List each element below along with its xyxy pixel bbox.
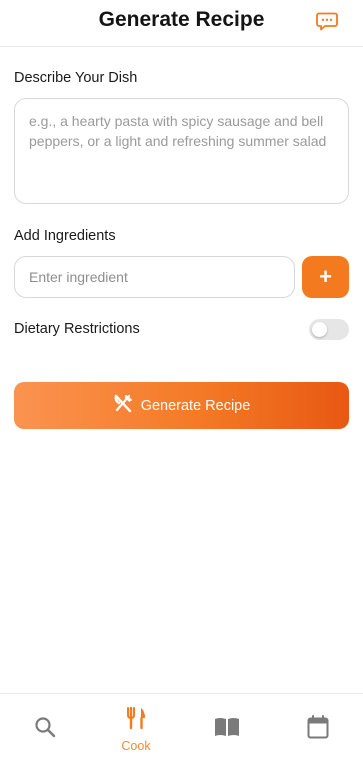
tab-cook[interactable]: Cook: [91, 694, 181, 764]
add-ingredient-button[interactable]: +: [302, 256, 349, 298]
fork-knife-icon: [124, 706, 148, 735]
tab-recipes[interactable]: [182, 694, 272, 764]
ingredient-input[interactable]: [14, 256, 295, 298]
plus-icon: +: [319, 264, 332, 289]
page-title: Generate Recipe: [98, 8, 265, 31]
calendar-icon: [307, 715, 329, 744]
generate-recipe-button[interactable]: Generate Recipe: [14, 382, 349, 429]
dish-description-input[interactable]: [14, 98, 349, 204]
dietary-restrictions-label: Dietary Restrictions: [14, 321, 140, 337]
tab-calendar[interactable]: [273, 694, 363, 764]
chat-bubble-icon: [316, 11, 338, 36]
tab-search[interactable]: [0, 694, 90, 764]
utensils-crossed-icon: [113, 394, 133, 418]
generate-recipe-label: Generate Recipe: [140, 397, 251, 414]
app-header: Generate Recipe: [0, 0, 363, 47]
tab-cook-label: Cook: [121, 739, 151, 753]
toggle-knob: [312, 322, 327, 337]
describe-dish-label: Describe Your Dish: [14, 70, 138, 86]
dietary-restrictions-toggle[interactable]: [309, 319, 349, 340]
chat-button[interactable]: [315, 11, 339, 35]
book-icon: [214, 716, 240, 743]
bottom-tab-bar: Cook: [0, 693, 363, 764]
add-ingredients-label: Add Ingredients: [14, 228, 116, 244]
search-icon: [34, 716, 56, 743]
